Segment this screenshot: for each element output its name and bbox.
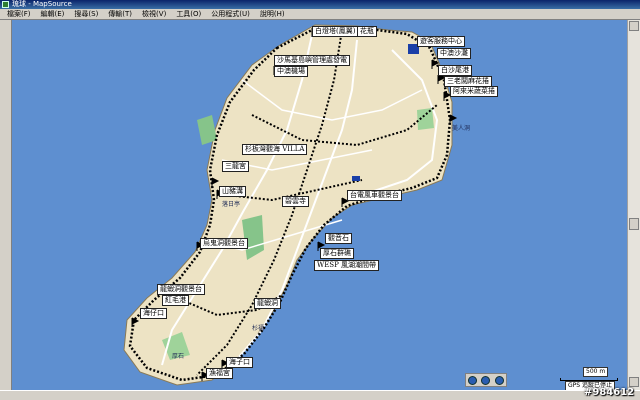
poi-label[interactable]: 海仔口 bbox=[140, 308, 167, 319]
map-view[interactable]: 白燈塔(鳳翼) 花瓶 遊客服務中心 中澳沙灘 沙馬基島嶼管理處發電 中澳機場 白… bbox=[12, 20, 627, 390]
menu-edit[interactable]: 編輯(E) bbox=[36, 9, 70, 20]
pan-icon[interactable] bbox=[468, 375, 478, 385]
poi-label[interactable]: 山豬溝 bbox=[219, 186, 246, 197]
poi-label[interactable]: 三龍宮 bbox=[222, 161, 249, 172]
poi-label[interactable]: 厚石群礁 bbox=[320, 248, 354, 259]
poi-label[interactable]: 杉福 bbox=[250, 324, 266, 333]
poi-label[interactable]: 杉板灣觀海 VILLA bbox=[242, 144, 308, 155]
poi-label[interactable]: 台電風車觀景台 bbox=[347, 190, 402, 201]
poi-label[interactable]: 白燈塔(鳳翼) bbox=[312, 26, 359, 37]
image-watermark: #984612 bbox=[584, 387, 635, 398]
app-icon bbox=[2, 1, 9, 8]
poi-label[interactable]: 中澳沙灘 bbox=[437, 48, 471, 59]
scroll-down-button[interactable] bbox=[629, 377, 639, 387]
menu-tools[interactable]: 工具(O) bbox=[171, 9, 206, 20]
vertical-scrollbar[interactable] bbox=[627, 20, 640, 390]
poi-label[interactable]: 紅毛港 bbox=[162, 295, 189, 306]
poi-label[interactable]: 阿來米蔬菜捲 bbox=[450, 86, 498, 97]
menu-transfer[interactable]: 傳輸(T) bbox=[103, 9, 137, 20]
poi-label[interactable]: 烏鬼洞觀景台 bbox=[200, 238, 248, 249]
map-navigation-widget[interactable] bbox=[465, 373, 507, 387]
menu-view[interactable]: 檢視(V) bbox=[137, 9, 171, 20]
status-bar bbox=[0, 390, 640, 400]
poi-label[interactable]: 中澳機場 bbox=[274, 66, 308, 77]
menu-search[interactable]: 搜尋(S) bbox=[69, 9, 103, 20]
poi-label[interactable]: 碧雲寺 bbox=[282, 196, 309, 207]
zoom-icon[interactable] bbox=[481, 375, 491, 385]
menu-bar: 檔案(F) 編輯(E) 搜尋(S) 傳輸(T) 檢視(V) 工具(O) 公用程式… bbox=[0, 9, 640, 20]
scroll-up-button[interactable] bbox=[629, 21, 639, 31]
menu-file[interactable]: 檔案(F) bbox=[2, 9, 36, 20]
left-toolbar-strip bbox=[0, 20, 12, 390]
poi-label[interactable]: 美人洞 bbox=[450, 124, 472, 133]
poi-label[interactable]: 厚石 bbox=[170, 352, 186, 361]
poi-label[interactable]: 落日亭 bbox=[220, 200, 242, 209]
menu-utilities[interactable]: 公用程式(U) bbox=[206, 9, 255, 20]
poi-label[interactable]: 遊客服務中心 bbox=[417, 36, 465, 47]
globe-icon[interactable] bbox=[494, 375, 504, 385]
poi-label[interactable]: 白沙尾港 bbox=[438, 65, 472, 76]
poi-label[interactable]: 海子口 bbox=[226, 357, 253, 368]
poi-label[interactable]: 漁福宮 bbox=[206, 368, 233, 379]
poi-label[interactable]: 沙馬基島嶼管理處發電 bbox=[274, 55, 350, 66]
poi-label[interactable]: 龍蝦洞 bbox=[254, 298, 281, 309]
poi-label[interactable]: 花瓶 bbox=[357, 26, 377, 37]
scale-label: 500 m bbox=[583, 367, 609, 377]
park-area bbox=[197, 115, 217, 145]
poi-label[interactable]: 龍蝦洞觀景台 bbox=[157, 284, 205, 295]
map-graphics bbox=[123, 24, 458, 386]
poi-label[interactable]: WESP 風湖潮間帶 bbox=[314, 260, 380, 271]
scroll-thumb[interactable] bbox=[629, 218, 639, 230]
poi-label[interactable]: 觀音石 bbox=[325, 233, 352, 244]
boat-icon bbox=[352, 176, 360, 181]
menu-help[interactable]: 說明(H) bbox=[255, 9, 290, 20]
